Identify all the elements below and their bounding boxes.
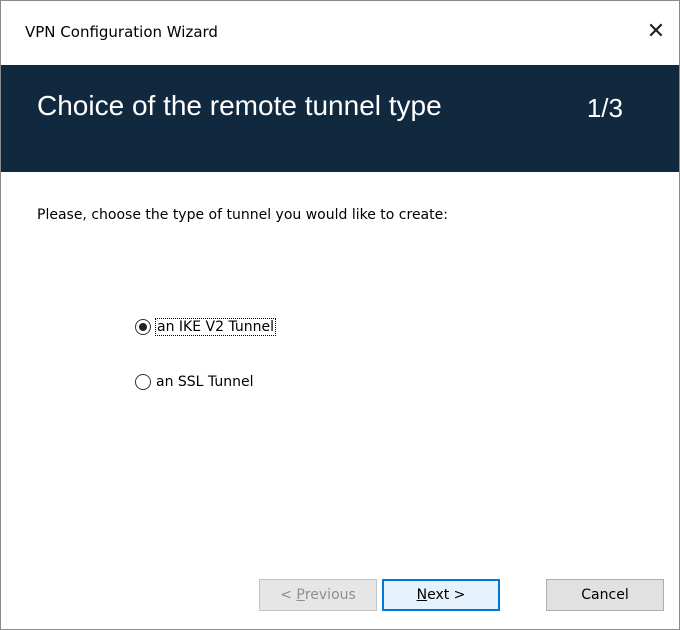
close-button[interactable]: ✕ — [633, 11, 679, 51]
radio-label-ssl[interactable]: an SSL Tunnel — [156, 374, 253, 390]
wizard-banner: Choice of the remote tunnel type 1/3 — [1, 65, 679, 172]
cancel-label: Cancel — [581, 587, 629, 603]
radio-option-ikev2[interactable]: an IKE V2 Tunnel — [135, 318, 276, 336]
radio-label-ikev2[interactable]: an IKE V2 Tunnel — [155, 318, 276, 336]
radio-unchecked-icon[interactable] — [135, 374, 151, 390]
previous-rest: revious — [304, 587, 356, 603]
previous-prefix: < — [280, 587, 297, 603]
window-title: VPN Configuration Wizard — [25, 23, 218, 41]
vpn-wizard-window: VPN Configuration Wizard ✕ Choice of the… — [0, 0, 680, 630]
step-indicator: 1/3 — [586, 93, 623, 123]
next-accelerator: N — [416, 587, 428, 603]
previous-accelerator: P — [296, 587, 305, 603]
previous-button[interactable]: < Previous — [259, 579, 377, 611]
next-button[interactable]: Next > — [382, 579, 500, 611]
next-rest: ext > — [427, 587, 466, 603]
radio-checked-icon[interactable] — [135, 319, 151, 335]
title-bar: VPN Configuration Wizard ✕ — [1, 1, 679, 65]
close-icon: ✕ — [646, 18, 666, 44]
radio-option-ssl[interactable]: an SSL Tunnel — [135, 374, 253, 390]
instruction-text: Please, choose the type of tunnel you wo… — [37, 207, 448, 223]
cancel-button[interactable]: Cancel — [546, 579, 664, 611]
banner-title: Choice of the remote tunnel type — [37, 90, 442, 121]
